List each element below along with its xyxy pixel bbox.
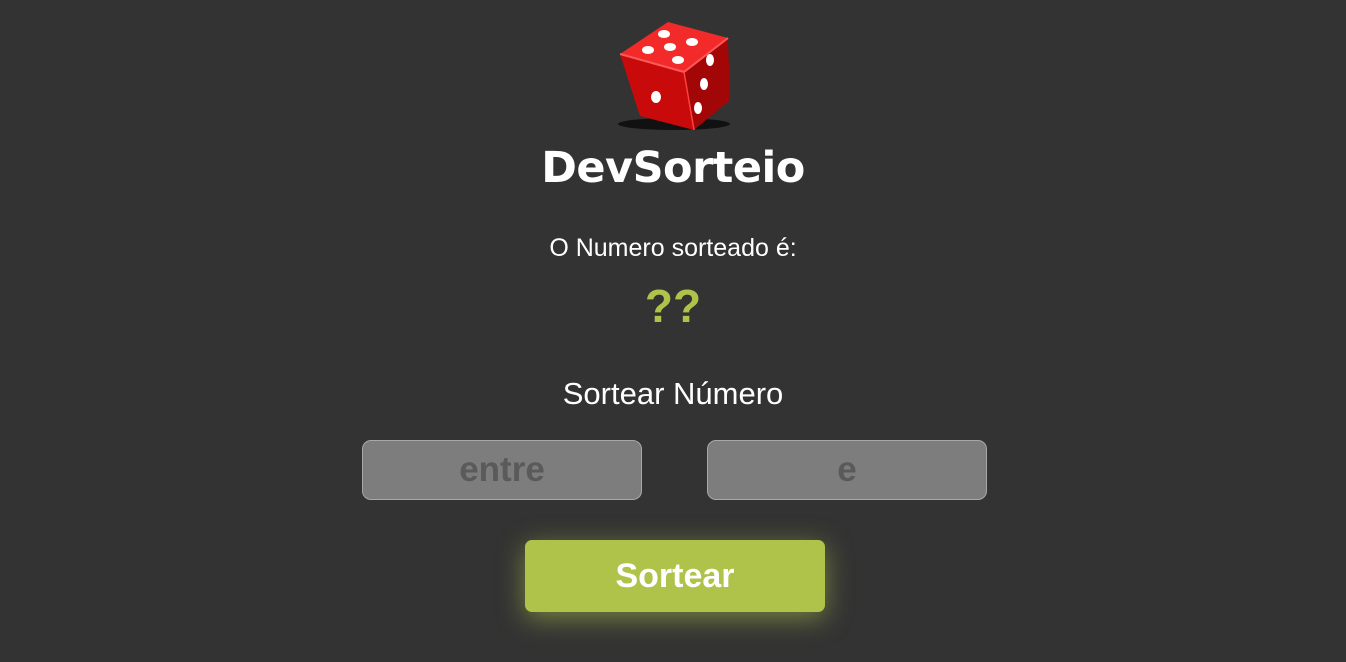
draw-button[interactable]: Sortear (525, 540, 825, 612)
min-number-input[interactable] (362, 440, 642, 500)
result-label: O Numero sorteado é: (549, 234, 797, 262)
result-value: ?? (644, 280, 702, 332)
red-dice-icon (618, 22, 730, 131)
draw-section-title: Sortear Número (562, 376, 784, 411)
page: DevSorteio O Numero sorteado é: ?? Sorte… (0, 0, 1346, 662)
max-number-input[interactable] (707, 440, 987, 500)
app-title: DevSorteio (541, 143, 805, 193)
